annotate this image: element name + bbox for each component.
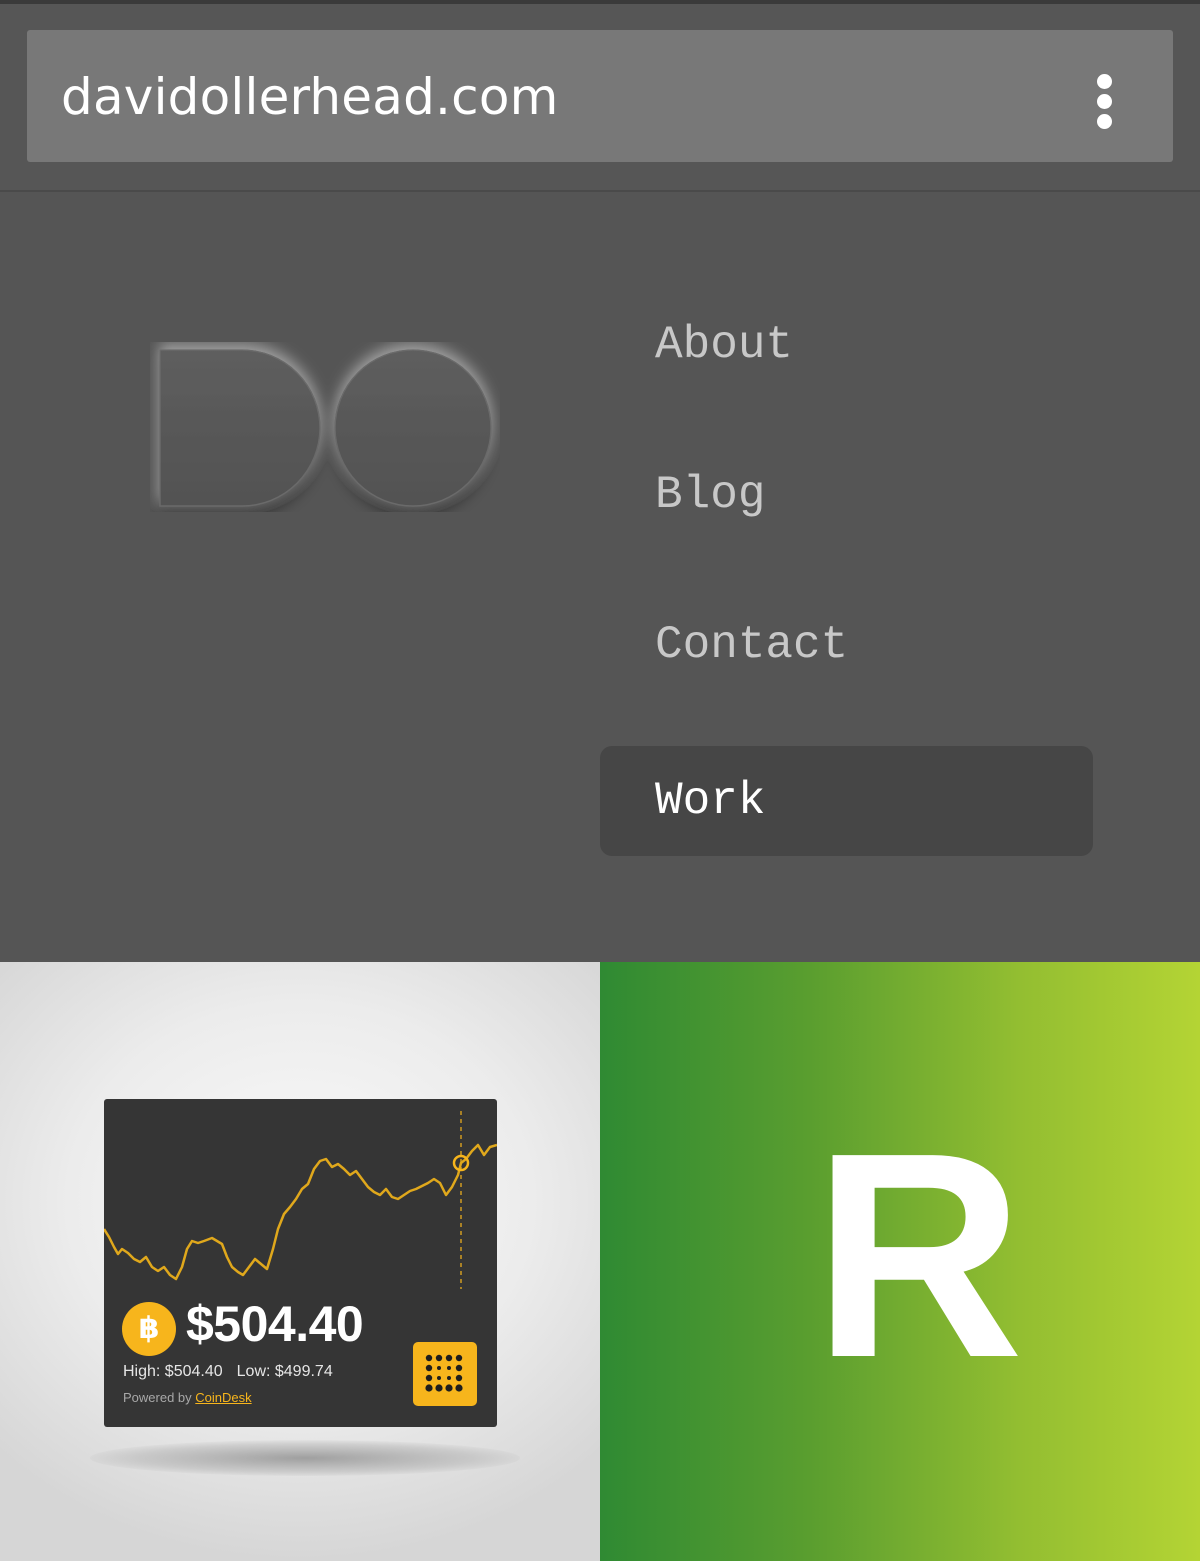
nav-item-contact[interactable]: Contact bbox=[600, 590, 1093, 700]
nav-item-work[interactable]: Work bbox=[600, 746, 1093, 856]
do-logo[interactable] bbox=[150, 342, 500, 512]
price-line-chart bbox=[104, 1111, 497, 1289]
nav-item-label: Contact bbox=[655, 619, 849, 671]
powered-by-label: Powered by bbox=[123, 1390, 192, 1405]
price-high: High: $504.40 bbox=[123, 1363, 223, 1380]
nav-item-label: Work bbox=[655, 775, 766, 827]
bitcoin-price: $504.40 bbox=[186, 1296, 364, 1352]
work-tile-bitcoin-widget[interactable]: ฿ $504.40 High: $504.40 Low: $499.74 Powe… bbox=[0, 962, 600, 1561]
bitcoin-icon: ฿ bbox=[122, 1302, 176, 1356]
more-vertical-icon[interactable] bbox=[1085, 62, 1125, 129]
powered-by: Powered by CoinDesk bbox=[123, 1390, 252, 1405]
price-high-low: High: $504.40 Low: $499.74 bbox=[123, 1363, 333, 1381]
work-tile-r-logo[interactable]: R bbox=[600, 962, 1200, 1561]
nav-item-blog[interactable]: Blog bbox=[600, 440, 1093, 550]
address-bar[interactable]: davidollerhead.com bbox=[27, 30, 1173, 162]
bitcoin-price-widget: ฿ $504.40 High: $504.40 Low: $499.74 Powe… bbox=[104, 1099, 497, 1427]
browser-toolbar: davidollerhead.com bbox=[0, 4, 1200, 192]
nav-item-about[interactable]: About bbox=[600, 290, 1093, 400]
widget-shadow bbox=[90, 1440, 520, 1476]
nav-item-label: About bbox=[655, 319, 794, 371]
site-header: About Blog Contact Work bbox=[0, 192, 1200, 962]
nav-item-label: Blog bbox=[655, 469, 766, 521]
price-low: Low: $499.74 bbox=[236, 1363, 333, 1380]
dot-grid-icon[interactable] bbox=[413, 1342, 477, 1406]
address-bar-url[interactable]: davidollerhead.com bbox=[61, 68, 559, 126]
r-logo-letter: R bbox=[813, 1092, 1024, 1418]
coindesk-link[interactable]: CoinDesk bbox=[195, 1390, 251, 1405]
